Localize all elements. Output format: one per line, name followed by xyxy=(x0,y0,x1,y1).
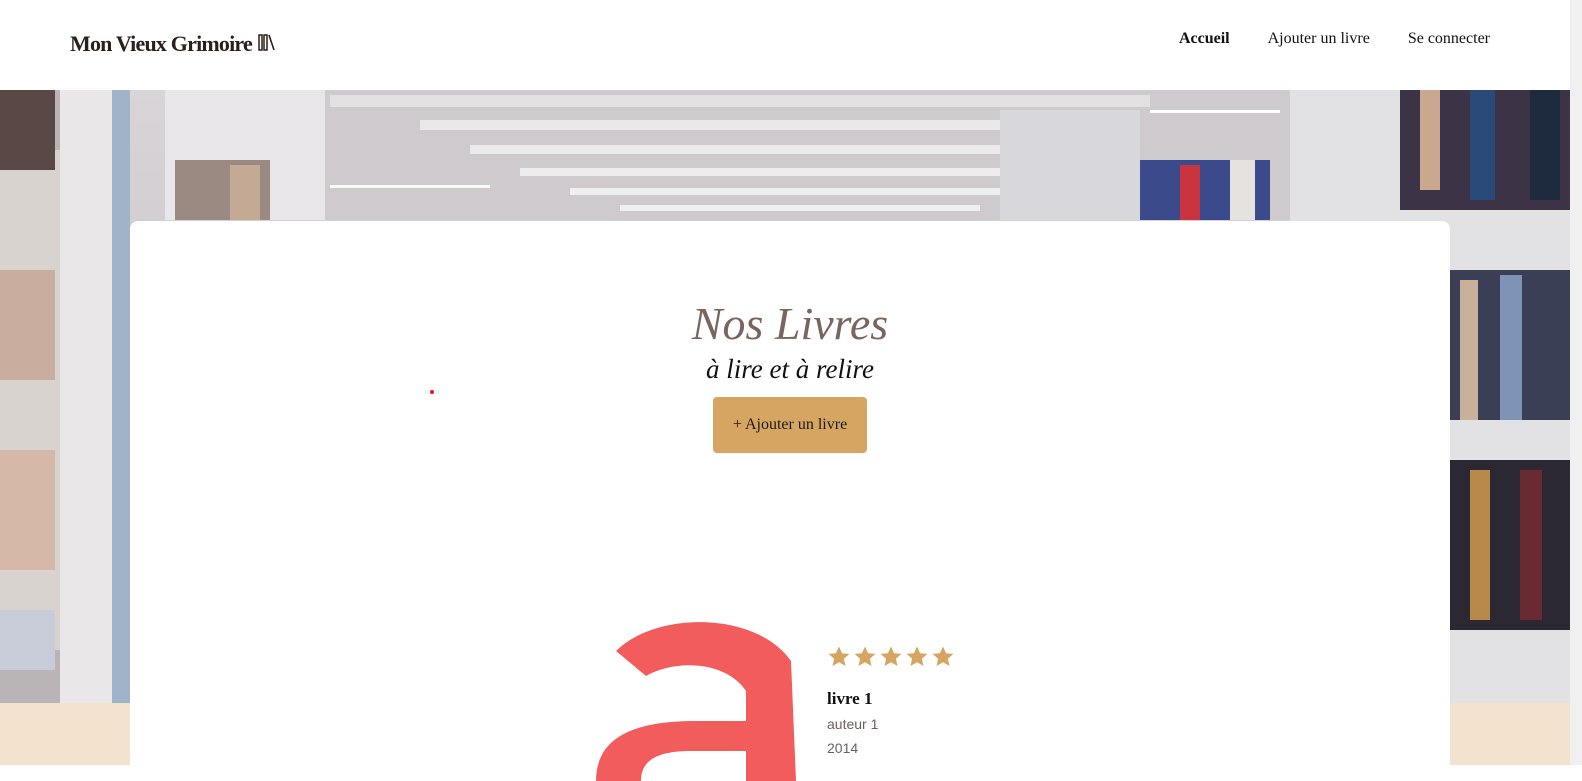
nav-se-connecter[interactable]: Se connecter xyxy=(1408,30,1490,48)
main-nav: Accueil Ajouter un livre Se connecter xyxy=(1179,30,1490,48)
book-title[interactable]: livre 1 xyxy=(827,689,872,709)
star-icon xyxy=(828,646,850,666)
page-title: Nos Livres xyxy=(691,298,889,349)
book-author: auteur 1 xyxy=(827,716,879,732)
add-book-button[interactable]: + Ajouter un livre xyxy=(713,397,867,453)
book-year: 2014 xyxy=(827,740,859,756)
star-icon xyxy=(854,646,876,666)
site-header: Mon Vieux Grimoire Accueil Ajouter un li… xyxy=(0,0,1582,90)
star-icon xyxy=(932,646,954,666)
page-scrollbar[interactable] xyxy=(1570,0,1582,765)
book-rating xyxy=(827,645,955,669)
logo-text: Mon Vieux Grimoire xyxy=(70,31,253,56)
site-logo[interactable]: Mon Vieux Grimoire xyxy=(70,31,276,57)
star-icon xyxy=(906,646,928,666)
nav-ajouter-livre[interactable]: Ajouter un livre xyxy=(1268,30,1370,48)
cursor-dot xyxy=(430,390,434,394)
books-section: Nos Livres à lire et à relire + Ajouter … xyxy=(130,221,1450,781)
nav-accueil[interactable]: Accueil xyxy=(1179,30,1230,48)
book-cover-image[interactable] xyxy=(596,621,804,781)
logo-books-icon xyxy=(258,33,276,56)
star-icon xyxy=(880,646,902,666)
page-subtitle: à lire et à relire xyxy=(706,354,874,384)
